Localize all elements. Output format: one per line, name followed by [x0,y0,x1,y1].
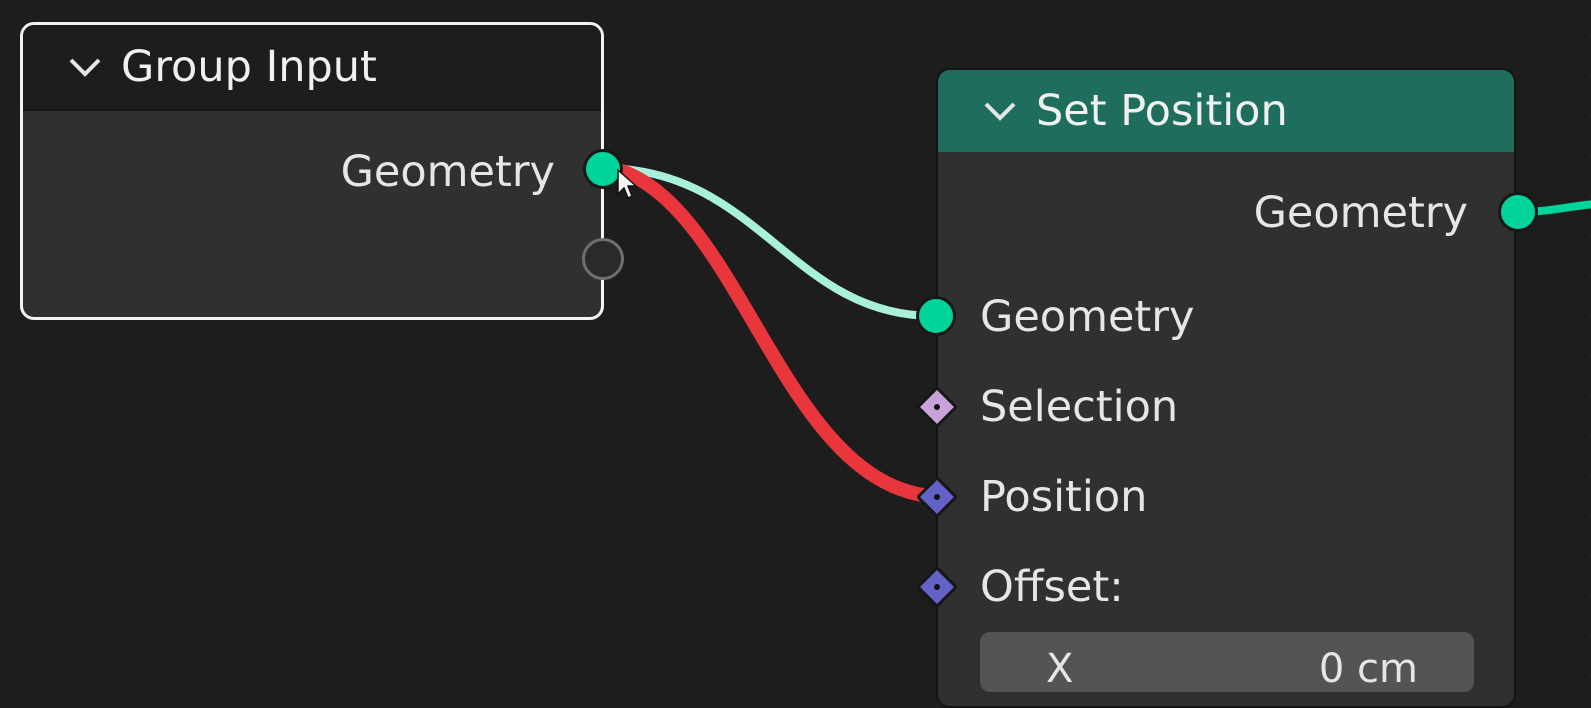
offset-x-field[interactable]: X 0 cm [980,632,1474,692]
input-socket-position[interactable] [915,475,959,519]
set-position-node[interactable]: Set Position Geometry Geometry Selection… [915,68,1538,708]
input-label-position: Position [980,472,1148,522]
link-geometry-to-position[interactable] [605,161,937,503]
input-socket-offset[interactable] [915,565,959,609]
input-socket-selection[interactable] [915,385,959,429]
link-geometry-to-geometry[interactable] [598,164,938,320]
set-position-header[interactable]: Set Position [938,70,1514,152]
node-title: Group Input [121,42,377,92]
input-label-selection: Selection [980,382,1179,432]
input-socket-geometry[interactable] [916,296,956,336]
group-input-node[interactable]: Group Input Geometry [20,22,624,320]
output-label-geometry: Geometry [1253,188,1468,238]
output-label-geometry: Geometry [340,147,555,197]
socket-dot [932,492,942,502]
group-input-header[interactable]: Group Input [23,25,601,111]
chevron-down-icon[interactable] [67,49,103,85]
node-editor-canvas[interactable]: Group Input Geometry Set Position Geomet… [0,0,1591,708]
output-socket-empty[interactable] [582,238,624,280]
offset-x-value: 0 cm [1318,646,1418,692]
socket-dot [932,582,942,592]
output-socket-geometry[interactable] [583,149,623,189]
input-label-geometry: Geometry [980,292,1195,342]
output-socket-geometry[interactable] [1498,192,1538,232]
offset-x-axis-label: X [1046,646,1074,692]
node-title: Set Position [1036,86,1288,136]
input-label-offset: Offset: [980,562,1124,612]
chevron-down-icon[interactable] [982,93,1018,129]
socket-dot [932,402,942,412]
